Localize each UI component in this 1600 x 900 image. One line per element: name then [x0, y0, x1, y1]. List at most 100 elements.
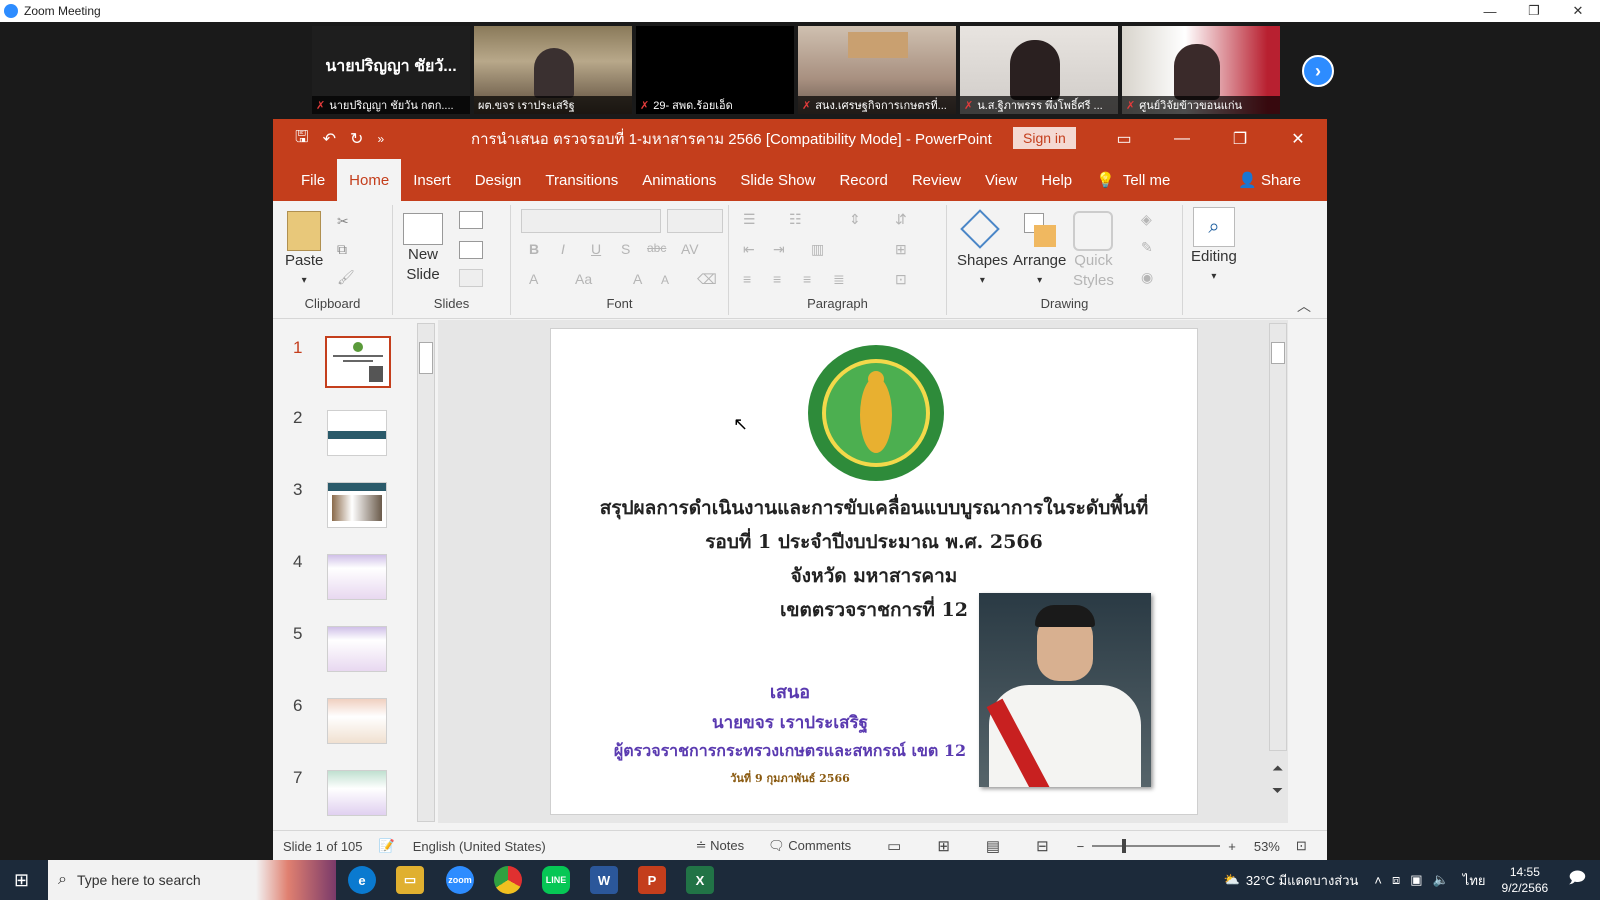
chrome-icon[interactable] [494, 866, 522, 894]
scrollbar-thumb[interactable] [419, 342, 433, 374]
next-participants-button[interactable]: › [1302, 55, 1334, 87]
tab-review[interactable]: Review [900, 159, 973, 201]
slideshow-icon[interactable]: ⊟ [1036, 837, 1049, 855]
participant-tile[interactable]: ผต.ขจร เราประเสริฐ [474, 26, 632, 114]
tab-view[interactable]: View [973, 159, 1029, 201]
shrink-font-button[interactable]: A [661, 273, 669, 287]
restore-button[interactable]: ❐ [1211, 119, 1269, 159]
language-indicator[interactable]: English (United States) [413, 839, 546, 854]
shape-fill-icon[interactable]: ◈ [1141, 211, 1152, 228]
edge-icon[interactable]: e [348, 866, 376, 894]
smartart-icon[interactable]: ⊡ [895, 271, 907, 288]
participant-tile[interactable]: ✗ สนง.เศรษฐกิจการเกษตรที่... [798, 26, 956, 114]
tab-record[interactable]: Record [827, 159, 899, 201]
redo-icon[interactable]: ↻ [350, 129, 363, 149]
slide-thumbnail[interactable]: 3 [273, 480, 403, 534]
volume-icon[interactable]: 🔈 [1433, 872, 1449, 888]
slide-thumbnail[interactable]: 4 [273, 552, 403, 606]
arrange-button[interactable]: Arrange ▾ [1013, 211, 1066, 291]
zoom-in-button[interactable]: + [1228, 839, 1236, 854]
underline-button[interactable]: U [591, 241, 601, 257]
sign-in-button[interactable]: Sign in [1013, 127, 1076, 149]
slide-thumbnail[interactable]: 2 [273, 408, 403, 462]
meet-now-icon[interactable]: ⧈ [1392, 872, 1400, 888]
weather-icon[interactable]: ⛅ [1224, 872, 1240, 888]
weather-text[interactable]: 32°C มีแดดบางส่วน [1246, 870, 1359, 891]
quick-styles-button[interactable]: Quick Styles [1073, 211, 1114, 291]
shadow-button[interactable]: S [621, 241, 630, 257]
char-spacing-button[interactable]: AV [681, 241, 699, 257]
shape-effects-icon[interactable]: ◉ [1141, 269, 1153, 286]
powerpoint-icon[interactable]: P [638, 866, 666, 894]
clock[interactable]: 14:55 9/2/2566 [1502, 864, 1549, 896]
columns-icon[interactable]: ▥ [811, 241, 824, 258]
font-name-select[interactable] [521, 209, 661, 233]
taskbar-search[interactable]: ⌕ Type here to search [48, 860, 336, 900]
tray-chevron-icon[interactable]: ˄ [1374, 873, 1382, 888]
justify-icon[interactable]: ≣ [833, 271, 845, 288]
close-button[interactable]: ✕ [1556, 0, 1600, 22]
tab-animations[interactable]: Animations [630, 159, 728, 201]
line-spacing-icon[interactable]: ⇕ [849, 211, 861, 228]
tell-me-search[interactable]: 💡 Tell me [1084, 159, 1182, 201]
change-case-button[interactable]: Aa [575, 271, 592, 287]
scrollbar-thumb[interactable] [1271, 342, 1285, 364]
close-button[interactable]: ✕ [1269, 119, 1327, 159]
cut-icon[interactable]: ✂ [337, 213, 349, 230]
editing-button[interactable]: ⌕ Editing ▾ [1191, 207, 1237, 287]
windows-start-icon[interactable]: ⊞ [14, 870, 29, 891]
customize-toolbar-icon[interactable]: » [377, 132, 384, 146]
participant-tile[interactable]: ✗ ศูนย์วิจัยข้าวขอนแก่น [1122, 26, 1280, 114]
slide-thumbnail[interactable]: 6 [273, 696, 403, 750]
section-icon[interactable] [459, 269, 483, 287]
align-right-icon[interactable]: ≡ [803, 271, 811, 287]
tab-insert[interactable]: Insert [401, 159, 463, 201]
save-icon[interactable]: 🖫 [295, 126, 309, 153]
next-slide-icon[interactable]: ⏷ [1272, 782, 1283, 799]
increase-indent-icon[interactable]: ⇥ [773, 241, 785, 258]
zoom-out-button[interactable]: − [1077, 839, 1085, 854]
word-icon[interactable]: W [590, 866, 618, 894]
spellcheck-icon[interactable]: 📝 [379, 838, 395, 854]
align-center-icon[interactable]: ≡ [773, 271, 781, 287]
ribbon-display-options-icon[interactable]: ▭ [1095, 119, 1153, 159]
zoom-level[interactable]: 53% [1254, 839, 1280, 854]
font-color-button[interactable]: A [529, 271, 538, 287]
slide-sorter-icon[interactable]: ⊞ [937, 837, 950, 855]
numbering-icon[interactable]: ☷ [789, 211, 802, 228]
bullets-icon[interactable]: ☰ [743, 211, 756, 228]
slide-thumbnail[interactable]: 1 [273, 336, 403, 392]
restore-button[interactable]: ❐ [1512, 0, 1556, 22]
slide-thumbnail[interactable]: 7 [273, 768, 403, 822]
thumbnail-scrollbar[interactable] [417, 323, 435, 822]
zoom-slider-thumb[interactable] [1122, 839, 1127, 853]
tab-design[interactable]: Design [463, 159, 534, 201]
reset-icon[interactable] [459, 241, 483, 259]
new-slide-button[interactable]: New Slide [403, 213, 443, 285]
comments-button[interactable]: 🗨 Comments [768, 838, 851, 854]
text-direction-icon[interactable]: ⇵ [895, 211, 907, 228]
format-painter-icon[interactable]: 🖌 [337, 269, 355, 286]
participant-tile[interactable]: นายปริญญา ชัยวั... ✗ นายปริญญา ชัยวัน กตก… [312, 26, 470, 114]
align-text-icon[interactable]: ⊞ [895, 241, 907, 258]
notes-button[interactable]: ≐ Notes [696, 838, 744, 854]
grow-font-button[interactable]: A [633, 271, 642, 287]
previous-slide-icon[interactable]: ⏶ [1272, 760, 1283, 777]
participant-tile[interactable]: ✗ 29- สพด.ร้อยเอ็ด [636, 26, 794, 114]
collapse-ribbon-icon[interactable]: ︿ [1297, 296, 1311, 316]
tab-file[interactable]: File [289, 159, 337, 201]
layout-icon[interactable] [459, 211, 483, 229]
line-app-icon[interactable]: LINE [542, 866, 570, 894]
slide-thumbnail[interactable]: 5 [273, 624, 403, 678]
editor-scrollbar[interactable] [1269, 323, 1287, 751]
minimize-button[interactable]: — [1153, 119, 1211, 159]
reading-view-icon[interactable]: ▤ [986, 837, 1000, 855]
paste-button[interactable]: Paste ▾ [285, 211, 323, 291]
copy-icon[interactable]: ⧉ [337, 241, 347, 258]
fit-to-window-icon[interactable]: ⊡ [1296, 838, 1307, 854]
input-language[interactable]: ไทย [1463, 870, 1486, 891]
strikethrough-button[interactable]: abc [647, 241, 666, 255]
zoom-app-icon[interactable]: zoom [446, 866, 474, 894]
tab-home[interactable]: Home [337, 159, 402, 201]
font-size-select[interactable] [667, 209, 723, 233]
